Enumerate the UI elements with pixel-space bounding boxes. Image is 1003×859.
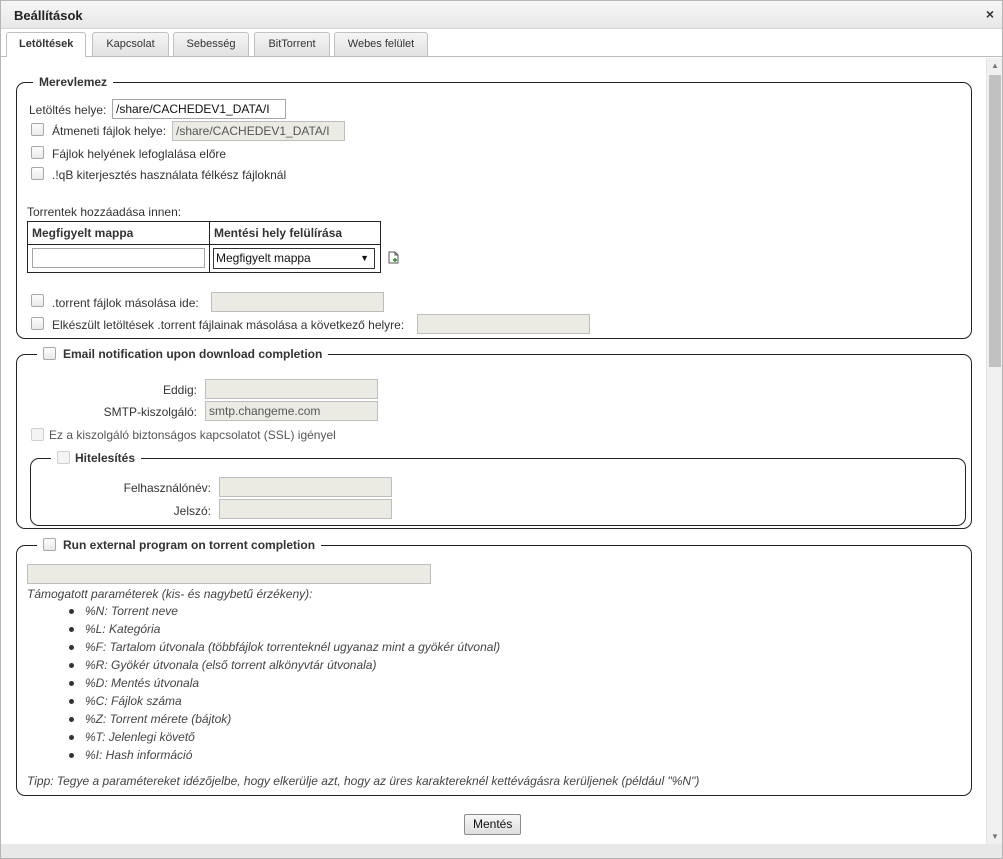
preallocate-label: Fájlok helyének lefoglalása előre	[52, 147, 227, 161]
download-location-label: Letöltés helye:	[29, 103, 107, 117]
col-watched-folder: Megfigyelt mappa	[27, 221, 210, 245]
supported-params-label: Támogatott paraméterek (kis- és nagybetű…	[27, 587, 313, 601]
copy-torrent-input[interactable]	[211, 292, 384, 312]
tab-speed[interactable]: Sebesség	[173, 32, 249, 56]
list-item: %C: Fájlok száma	[69, 692, 500, 710]
temp-files-checkbox[interactable]	[31, 123, 44, 136]
email-section: Email notification upon download complet…	[16, 347, 972, 529]
scroll-up-icon[interactable]: ▲	[987, 58, 1003, 74]
list-item: %Z: Torrent mérete (bájtok)	[69, 710, 500, 728]
tab-connection[interactable]: Kapcsolat	[92, 32, 169, 56]
temp-files-input[interactable]: /share/CACHEDEV1_DATA/I	[172, 121, 345, 141]
list-item: %F: Tartalom útvonala (többfájlok torren…	[69, 638, 500, 656]
copy-torrent-checkbox[interactable]	[31, 294, 44, 307]
external-program-input[interactable]	[27, 564, 431, 584]
external-program-section: Run external program on torrent completi…	[16, 538, 972, 796]
smtp-server-label: SMTP-kiszolgáló:	[103, 405, 197, 419]
copy-finished-input[interactable]	[417, 314, 590, 334]
email-legend: Email notification upon download complet…	[63, 347, 323, 361]
title-bar: Beállítások ×	[1, 1, 1002, 29]
email-legend-wrap: Email notification upon download complet…	[37, 347, 329, 361]
iqb-extension-checkbox[interactable]	[31, 167, 44, 180]
watched-folders-table: Megfigyelt mappa Mentési hely felülírása…	[27, 221, 381, 273]
iqb-extension-label: .!qB kiterjesztés használata félkész fáj…	[52, 168, 287, 182]
ssl-checkbox[interactable]	[31, 428, 44, 441]
tab-webui[interactable]: Webes felület	[334, 32, 428, 56]
settings-window: Beállítások × Letöltések Kapcsolat Sebes…	[0, 0, 1003, 859]
download-location-input[interactable]: /share/CACHEDEV1_DATA/I	[112, 99, 286, 119]
chevron-down-icon: ▼	[360, 253, 369, 263]
tab-downloads[interactable]: Letöltések	[6, 32, 86, 57]
email-to-label: Eddig:	[162, 383, 197, 397]
temp-files-label: Átmeneti fájlok helye:	[52, 124, 167, 138]
harddisk-legend: Merevlemez	[33, 75, 114, 89]
add-torrents-from-label: Torrentek hozzáadása innen:	[27, 205, 182, 219]
list-item: %N: Torrent neve	[69, 602, 500, 620]
params-list: %N: Torrent neve %L: Kategória %F: Tarta…	[69, 602, 500, 764]
copy-torrent-label: .torrent fájlok másolása ide:	[52, 296, 199, 310]
email-to-input[interactable]	[205, 379, 378, 399]
copy-finished-checkbox[interactable]	[31, 317, 44, 330]
email-notification-checkbox[interactable]	[43, 347, 56, 360]
list-item: %L: Kategória	[69, 620, 500, 638]
auth-checkbox[interactable]	[57, 451, 70, 464]
auth-section: Hitelesítés Felhasználónév: Jelszó:	[30, 451, 966, 526]
save-location-select-value: Megfigyelt mappa	[216, 251, 311, 265]
tab-bittorrent[interactable]: BitTorrent	[254, 32, 330, 56]
list-item: %T: Jelenlegi követő	[69, 728, 500, 746]
save-location-select[interactable]: Megfigyelt mappa ▼	[213, 248, 375, 269]
external-legend-wrap: Run external program on torrent completi…	[37, 538, 322, 552]
auth-legend: Hitelesítés	[75, 451, 136, 465]
watched-folder-input[interactable]	[32, 248, 205, 268]
col-save-location-override: Mentési hely felülírása	[209, 221, 381, 245]
override-cell: Megfigyelt mappa ▼	[209, 244, 381, 273]
settings-content: Merevlemez Letöltés helye: /share/CACHED…	[1, 58, 986, 845]
ssl-label: Ez a kiszolgáló biztonságos kapcsolatot …	[49, 428, 336, 442]
add-row-icon[interactable]	[388, 251, 400, 267]
scrollbar-thumb[interactable]	[989, 75, 1001, 367]
list-item: %I: Hash információ	[69, 746, 500, 764]
password-input[interactable]	[219, 499, 392, 519]
save-button[interactable]: Mentés	[464, 814, 522, 835]
window-footer	[1, 844, 1002, 858]
close-icon[interactable]: ×	[983, 7, 997, 21]
username-label: Felhasználónév:	[123, 481, 211, 495]
window-title: Beállítások	[14, 8, 83, 23]
vertical-scrollbar[interactable]: ▲ ▼	[986, 58, 1002, 845]
username-input[interactable]	[219, 477, 392, 497]
tip-text: Tipp: Tegye a paramétereket idézőjelbe, …	[27, 774, 700, 788]
smtp-server-input[interactable]: smtp.changeme.com	[205, 401, 378, 421]
harddisk-section: Merevlemez Letöltés helye: /share/CACHED…	[16, 75, 972, 339]
tab-bar: Letöltések Kapcsolat Sebesség BitTorrent…	[1, 29, 1002, 57]
scroll-down-icon[interactable]: ▼	[987, 829, 1003, 845]
external-legend: Run external program on torrent completi…	[63, 538, 316, 552]
list-item: %R: Gyökér útvonala (első torrent alköny…	[69, 656, 500, 674]
preallocate-checkbox[interactable]	[31, 146, 44, 159]
list-item: %D: Mentés útvonala	[69, 674, 500, 692]
password-label: Jelszó:	[173, 504, 211, 518]
external-program-checkbox[interactable]	[43, 538, 56, 551]
copy-finished-label: Elkészült letöltések .torrent fájlainak …	[52, 318, 405, 332]
watched-folder-cell	[27, 244, 210, 273]
